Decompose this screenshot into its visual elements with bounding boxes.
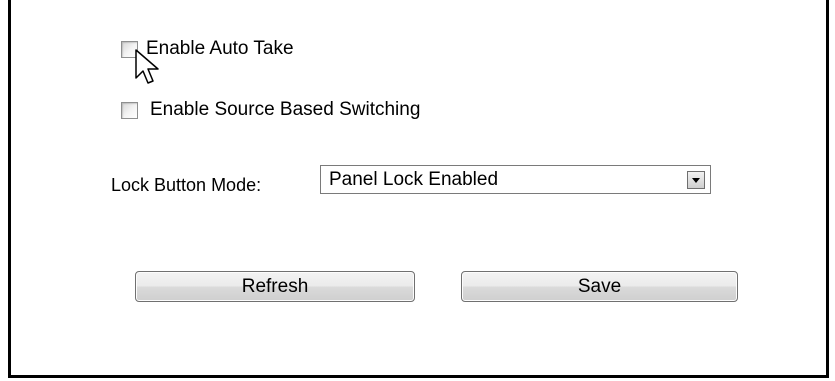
lock-button-mode-label: Lock Button Mode:	[111, 175, 262, 195]
source-switching-option[interactable]: Enable Source Based Switching	[121, 99, 420, 121]
save-button[interactable]: Save	[461, 271, 738, 302]
auto-take-label: Enable Auto Take	[146, 38, 294, 59]
chevron-down-icon[interactable]	[687, 171, 705, 189]
lock-mode-selected-value: Panel Lock Enabled	[329, 169, 499, 190]
auto-take-option[interactable]: Enable Auto Take	[121, 38, 294, 60]
refresh-button[interactable]: Refresh	[135, 271, 415, 302]
lock-button-mode-select[interactable]: Panel Lock Enabled	[320, 165, 711, 194]
auto-take-checkbox[interactable]	[121, 40, 138, 58]
source-switching-label: Enable Source Based Switching	[150, 99, 421, 120]
source-switching-checkbox[interactable]	[121, 101, 138, 119]
settings-panel: Enable Auto Take Enable Source Based Swi…	[8, 0, 829, 378]
